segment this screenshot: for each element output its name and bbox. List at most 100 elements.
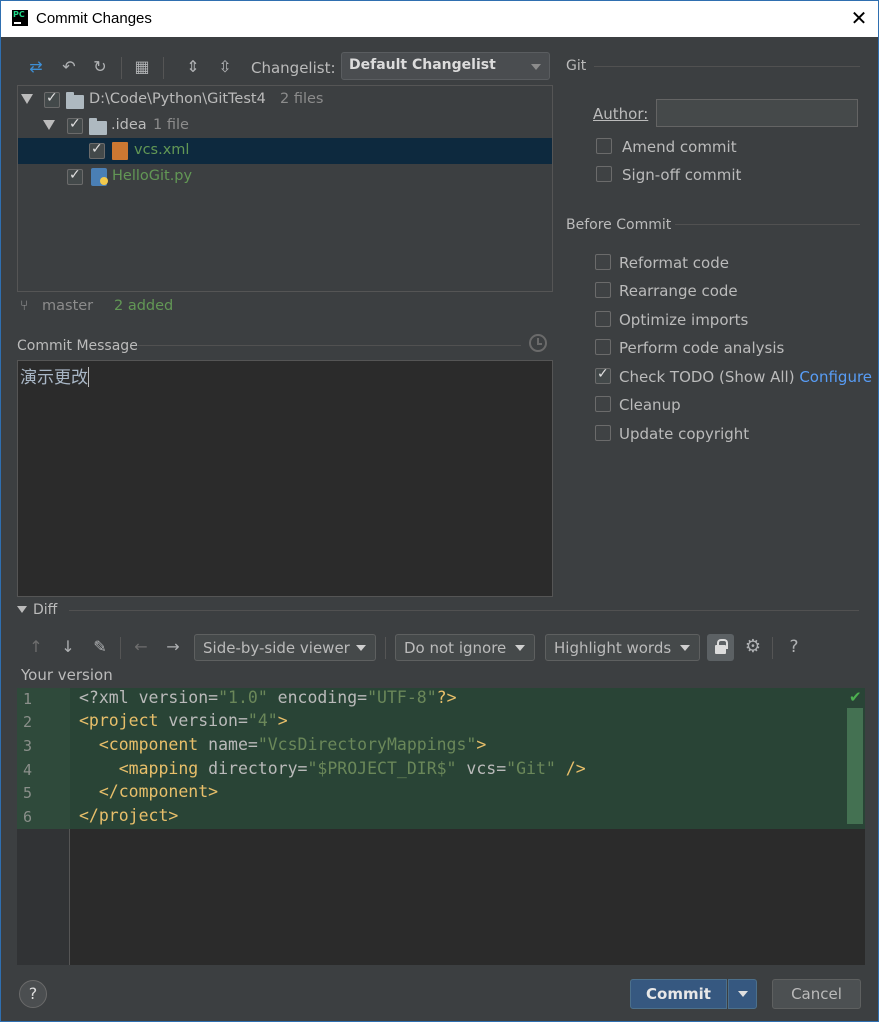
configure-link[interactable]: Configure	[799, 368, 872, 386]
checkbox-idea[interactable]	[67, 116, 83, 134]
tree-row-hello[interactable]: HelloGit.py	[18, 164, 552, 190]
idea-name: .idea	[111, 117, 147, 133]
checkbox-hello[interactable]	[67, 167, 83, 185]
commit-dialog: PC Commit Changes ✕ ⇄ ↶ ↻ ▦ ⇕ ⇳ Changeli…	[0, 0, 879, 1022]
reformat-checkbox[interactable]	[595, 254, 611, 270]
refresh-icon[interactable]: ↻	[89, 56, 111, 78]
line-number: 3	[23, 737, 33, 755]
show-diff-icon[interactable]: ⇄	[25, 56, 47, 78]
checkbox-vcs[interactable]	[89, 141, 105, 159]
arrow-up-icon[interactable]: ↑	[25, 636, 47, 658]
commit-message-text: 演示更改	[20, 367, 89, 388]
changelist-dropdown[interactable]: Default Changelist	[341, 52, 550, 80]
toolbar-separator	[120, 637, 121, 659]
divider	[594, 66, 860, 67]
line-number: 4	[23, 761, 33, 779]
arrow-down-icon[interactable]: ↓	[57, 636, 79, 658]
chevron-down-icon	[531, 64, 541, 70]
changes-tree: D:\Code\Python\GitTest4 2 files .idea 1 …	[17, 85, 553, 292]
scrollbar-marker[interactable]	[847, 708, 863, 824]
toolbar-separator	[772, 637, 773, 659]
expand-arrow-icon[interactable]	[43, 120, 55, 130]
commit-message-label: Commit Message	[17, 338, 138, 354]
divider	[138, 345, 521, 346]
copyright-label[interactable]: Update copyright	[619, 425, 749, 443]
code-line: </project>	[79, 806, 179, 825]
root-path: D:\Code\Python\GitTest4	[89, 91, 266, 107]
tree-row-root[interactable]: D:\Code\Python\GitTest4 2 files	[18, 87, 552, 113]
line-number: 1	[23, 690, 33, 708]
author-label: Author:	[593, 105, 649, 123]
history-icon[interactable]	[529, 334, 547, 352]
folder-icon	[89, 118, 107, 135]
added-count: 2 added	[114, 298, 174, 314]
edit-icon[interactable]: ✎	[89, 636, 111, 658]
lock-icon[interactable]	[707, 634, 734, 661]
git-section-header: Git	[566, 58, 587, 74]
code-line: <?xml version="1.0" encoding="UTF-8"?>	[79, 688, 457, 707]
arrow-left-icon[interactable]: ←	[130, 636, 152, 658]
author-input[interactable]	[656, 99, 858, 127]
chevron-down-icon	[515, 645, 525, 651]
gear-icon[interactable]: ⚙	[742, 636, 764, 658]
todo-checkbox[interactable]	[595, 366, 611, 384]
optimize-checkbox[interactable]	[595, 311, 611, 327]
signoff-label[interactable]: Sign-off commit	[622, 166, 741, 184]
commit-button[interactable]: Commit	[630, 979, 727, 1009]
diff-editor[interactable]: 1 2 3 4 5 6 <?xml version="1.0" encoding="UTF…	[17, 688, 865, 965]
tree-row-idea[interactable]: .idea 1 file	[18, 113, 552, 139]
signoff-checkbox[interactable]	[596, 166, 612, 182]
help-icon[interactable]: ?	[783, 636, 805, 658]
analysis-label[interactable]: Perform code analysis	[619, 339, 784, 357]
collapse-arrow-icon[interactable]	[17, 606, 27, 613]
viewer-value: Side-by-side viewer	[203, 639, 350, 657]
amend-label[interactable]: Amend commit	[622, 138, 737, 156]
ignore-value: Do not ignore	[404, 639, 507, 657]
commit-message-input[interactable]: 演示更改	[17, 360, 553, 597]
chevron-down-icon	[680, 645, 690, 651]
close-icon[interactable]: ✕	[849, 6, 869, 30]
root-count: 2 files	[280, 91, 324, 107]
amend-checkbox[interactable]	[596, 138, 612, 154]
collapse-all-icon[interactable]: ⇳	[214, 56, 236, 78]
cleanup-label[interactable]: Cleanup	[619, 396, 681, 414]
reformat-label[interactable]: Reformat code	[619, 254, 729, 272]
commit-options-button[interactable]	[728, 979, 757, 1009]
branch-name: master	[42, 298, 94, 314]
changelist-label: Changelist:	[251, 59, 336, 77]
rearrange-label[interactable]: Rearrange code	[619, 282, 738, 300]
group-by-icon[interactable]: ▦	[131, 56, 153, 78]
optimize-label[interactable]: Optimize imports	[619, 311, 748, 329]
rearrange-checkbox[interactable]	[595, 282, 611, 298]
window-title: Commit Changes	[36, 10, 152, 27]
xml-file-icon	[112, 142, 128, 160]
expand-arrow-icon[interactable]	[21, 94, 33, 104]
chevron-down-icon	[356, 645, 366, 651]
line-number: 2	[23, 713, 33, 731]
toolbar-separator	[121, 57, 122, 79]
ignore-dropdown[interactable]: Do not ignore	[395, 634, 535, 661]
rollback-icon[interactable]: ↶	[58, 56, 80, 78]
copyright-checkbox[interactable]	[595, 425, 611, 441]
hello-name: HelloGit.py	[112, 168, 193, 184]
highlight-dropdown[interactable]: Highlight words	[545, 634, 700, 661]
highlight-value: Highlight words	[554, 639, 672, 657]
before-commit-header: Before Commit	[566, 217, 672, 233]
cancel-button[interactable]: Cancel	[772, 979, 861, 1009]
tree-row-vcs[interactable]: vcs.xml	[18, 138, 552, 164]
pycharm-logo-icon: PC	[12, 10, 28, 26]
cleanup-checkbox[interactable]	[595, 396, 611, 412]
viewer-dropdown[interactable]: Side-by-side viewer	[194, 634, 376, 661]
arrow-right-icon[interactable]: →	[162, 636, 184, 658]
expand-all-icon[interactable]: ⇕	[182, 56, 204, 78]
code-line: </component>	[79, 782, 219, 801]
idea-count: 1 file	[153, 117, 189, 133]
help-button[interactable]: ?	[19, 980, 47, 1008]
checkbox-root[interactable]	[44, 90, 60, 108]
divider	[69, 610, 859, 611]
vcs-name: vcs.xml	[134, 142, 190, 158]
analysis-checkbox[interactable]	[595, 339, 611, 355]
todo-label[interactable]: Check TODO (Show All) Configure	[619, 368, 872, 386]
python-file-badge-icon	[100, 177, 108, 185]
line-number: 5	[23, 784, 33, 802]
